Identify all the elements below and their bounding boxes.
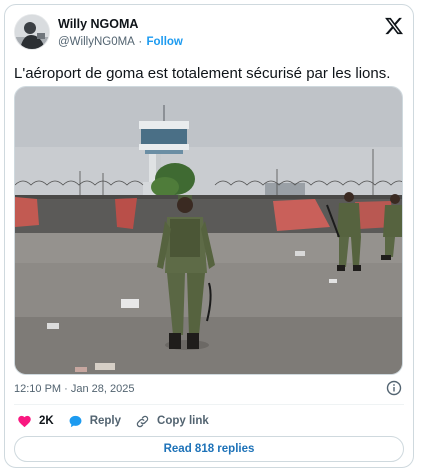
follow-button[interactable]: Follow [146,36,182,48]
reply-label: Reply [89,415,122,427]
tweet-timestamp[interactable]: 12:10 PM · Jan 28, 2025 [14,382,134,396]
x-logo-icon[interactable] [384,16,404,36]
tweet-photo[interactable] [14,86,403,375]
reply-button[interactable]: Reply [68,414,121,429]
tweet-text: L'aéroport de goma est totalement sécuri… [14,65,391,82]
separator-dot: · [138,36,143,48]
read-replies-label: Read 818 replies [163,443,255,455]
tweet-header: Willy NGOMA @WillyNG0MA · Follow [14,14,404,54]
author-display-name[interactable]: Willy NGOMA [58,17,183,32]
like-count: 2K [39,415,54,427]
divider [14,404,404,405]
avatar[interactable] [14,14,50,50]
read-replies-button[interactable]: Read 818 replies [14,436,404,462]
speech-bubble-icon [69,415,82,427]
author-handle[interactable]: @WillyNG0MA [58,36,134,48]
action-bar: 2K Reply Copy link [17,411,223,431]
photo-illustration [15,87,402,374]
copy-link-button[interactable]: Copy link [135,414,209,429]
link-icon [136,415,149,427]
avatar-photo [15,15,49,49]
like-button[interactable]: 2K [17,414,54,429]
author-handle-row: @WillyNG0MA · Follow [58,34,183,50]
copy-link-label: Copy link [157,415,209,427]
author-names: Willy NGOMA @WillyNG0MA · Follow [58,17,183,50]
info-icon[interactable] [386,380,402,396]
heart-icon [18,415,31,427]
tweet-card: Willy NGOMA @WillyNG0MA · Follow L'aérop… [4,4,414,468]
